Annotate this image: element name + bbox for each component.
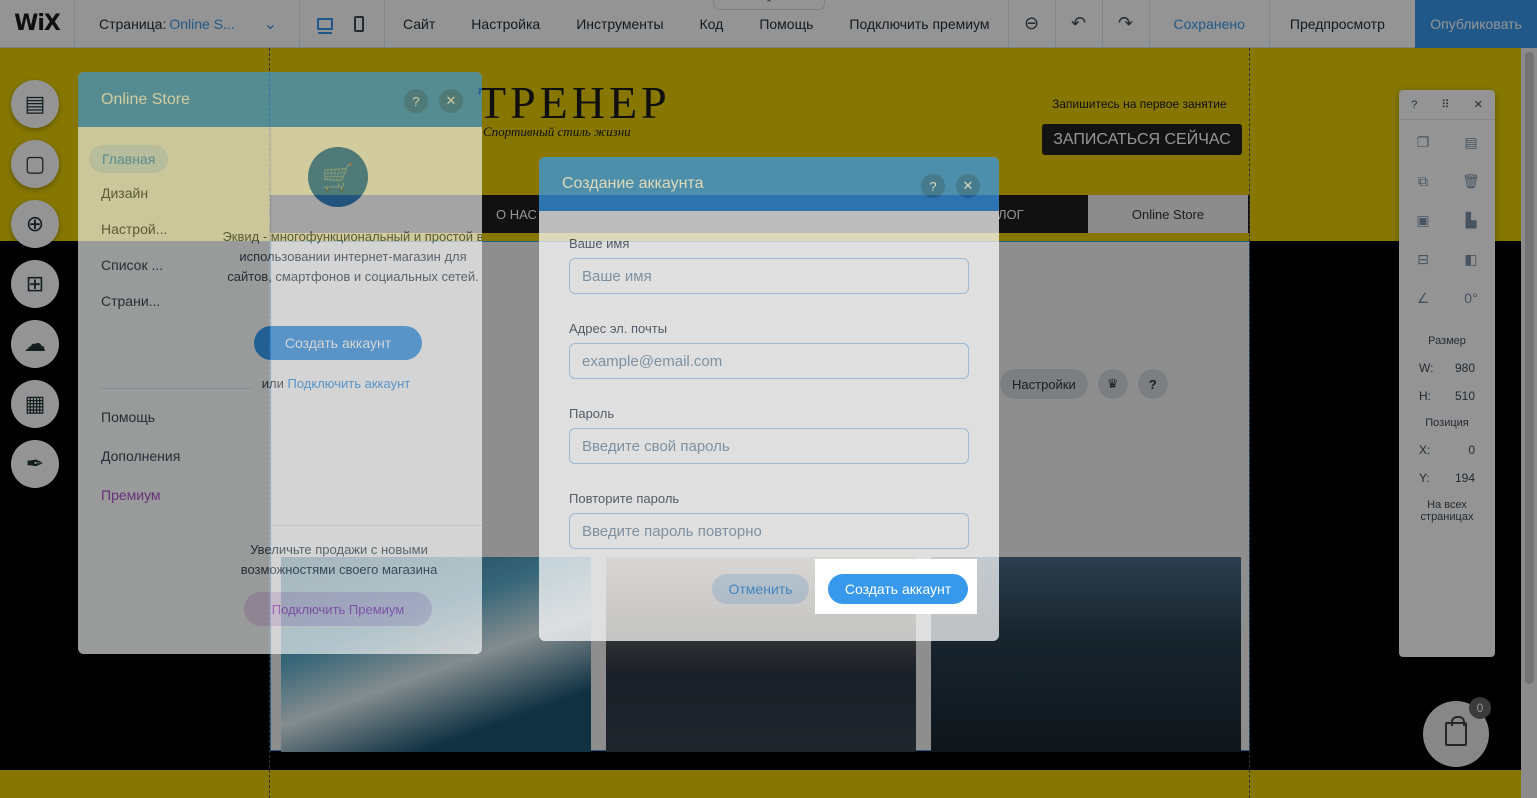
connect-account-link[interactable]: Подключить аккаунт bbox=[287, 376, 410, 391]
online-store-panel: Online Store ? ✕ Главная Дизайн Настрой.… bbox=[78, 72, 482, 654]
nav-addons[interactable]: Дополнения bbox=[101, 448, 180, 464]
ecwid-cart-icon: 🛒 bbox=[308, 147, 368, 207]
nav-home[interactable]: Главная bbox=[89, 145, 169, 173]
password-label: Пароль bbox=[569, 406, 615, 421]
nav-list[interactable]: Список ... bbox=[101, 257, 163, 273]
connect-account-line: или Подключить аккаунт bbox=[256, 376, 416, 391]
modal-header: Создание аккаунта ? ✕ bbox=[539, 157, 999, 211]
help-icon[interactable]: ? bbox=[921, 174, 945, 198]
name-field[interactable]: Ваше имя bbox=[569, 258, 969, 294]
nav-pages[interactable]: Страни... bbox=[101, 293, 160, 309]
store-panel-title: Online Store bbox=[101, 90, 190, 108]
nav-help[interactable]: Помощь bbox=[101, 409, 155, 425]
close-icon[interactable]: ✕ bbox=[956, 174, 980, 198]
repeat-password-label: Повторите пароль bbox=[569, 491, 680, 506]
upsell-text: Увеличьте продажи с новыми возможностями… bbox=[240, 542, 438, 577]
create-account-button[interactable]: Создать аккаунт bbox=[828, 574, 968, 604]
store-description: Эквид - многофункциональный и простой в … bbox=[222, 229, 482, 284]
cancel-button[interactable]: Отменить bbox=[712, 574, 809, 604]
name-label: Ваше имя bbox=[569, 236, 630, 251]
repeat-password-field[interactable]: Введите пароль повторно bbox=[569, 513, 969, 549]
nav-divider bbox=[101, 388, 251, 389]
password-field[interactable]: Введите свой пароль bbox=[569, 428, 969, 464]
connect-premium-button[interactable]: Подключить Премиум bbox=[244, 592, 432, 626]
modal-title: Создание аккаунта bbox=[562, 175, 704, 192]
store-panel-header: Online Store ? ✕ bbox=[78, 72, 482, 127]
nav-settings[interactable]: Настрой... bbox=[101, 221, 167, 237]
nav-premium[interactable]: Премиум bbox=[101, 487, 161, 503]
store-create-account-button[interactable]: Создать аккаунт bbox=[254, 326, 422, 360]
nav-design[interactable]: Дизайн bbox=[101, 185, 148, 201]
or-text: или bbox=[261, 376, 284, 391]
help-icon[interactable]: ? bbox=[404, 89, 428, 113]
email-field[interactable]: example@email.com bbox=[569, 343, 969, 379]
close-icon[interactable]: ✕ bbox=[439, 89, 463, 113]
email-label: Адрес эл. почты bbox=[569, 321, 668, 336]
